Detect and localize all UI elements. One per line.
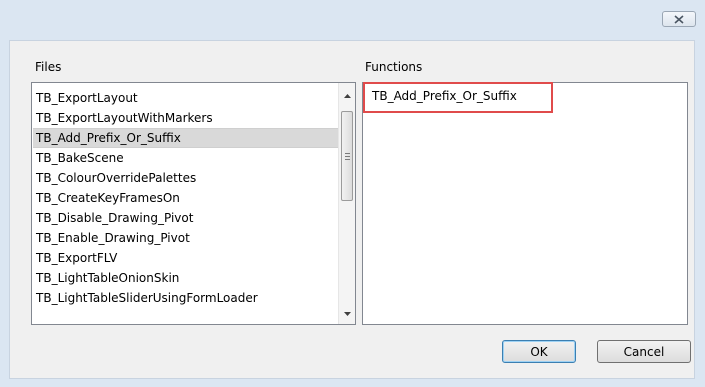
ok-button[interactable]: OK bbox=[502, 340, 576, 363]
list-item[interactable]: TB_ColourOverridePalettes bbox=[33, 168, 338, 188]
close-button[interactable] bbox=[662, 11, 696, 27]
title-bar bbox=[0, 0, 705, 28]
list-item[interactable]: TB_ExportLayout bbox=[33, 88, 338, 108]
function-item-label: TB_Add_Prefix_Or_Suffix bbox=[372, 89, 517, 103]
scroll-thumb[interactable] bbox=[341, 111, 353, 201]
files-scrollbar[interactable] bbox=[338, 83, 355, 324]
list-item[interactable]: TB_CreateKeyFramesOn bbox=[33, 188, 338, 208]
list-item[interactable]: TB_LightTableSliderUsingFormLoader bbox=[33, 288, 338, 308]
list-item[interactable]: TB_Enable_Drawing_Pivot bbox=[33, 228, 338, 248]
script-dialog: Files Functions TB_ExportLayout TB_Expor… bbox=[0, 0, 705, 387]
scroll-up-button[interactable] bbox=[339, 87, 355, 104]
files-list: TB_ExportLayout TB_ExportLayoutWithMarke… bbox=[33, 88, 338, 308]
functions-listbox[interactable] bbox=[362, 82, 688, 325]
scroll-down-button[interactable] bbox=[339, 305, 355, 322]
list-item[interactable]: TB_Disable_Drawing_Pivot bbox=[33, 208, 338, 228]
cancel-button[interactable]: Cancel bbox=[597, 340, 691, 363]
list-item[interactable]: TB_LightTableOnionSkin bbox=[33, 268, 338, 288]
grip-icon bbox=[344, 152, 350, 160]
functions-label: Functions bbox=[365, 60, 423, 74]
close-icon bbox=[674, 14, 684, 24]
scroll-up-icon bbox=[343, 93, 351, 98]
files-label: Files bbox=[35, 60, 62, 74]
list-item[interactable]: TB_ExportLayoutWithMarkers bbox=[33, 108, 338, 128]
list-item[interactable]: TB_BakeScene bbox=[33, 148, 338, 168]
files-listbox[interactable]: TB_ExportLayout TB_ExportLayoutWithMarke… bbox=[31, 82, 356, 325]
list-item-selected[interactable]: TB_Add_Prefix_Or_Suffix bbox=[33, 128, 338, 148]
list-item[interactable]: TB_ExportFLV bbox=[33, 248, 338, 268]
scroll-down-icon bbox=[343, 311, 351, 316]
